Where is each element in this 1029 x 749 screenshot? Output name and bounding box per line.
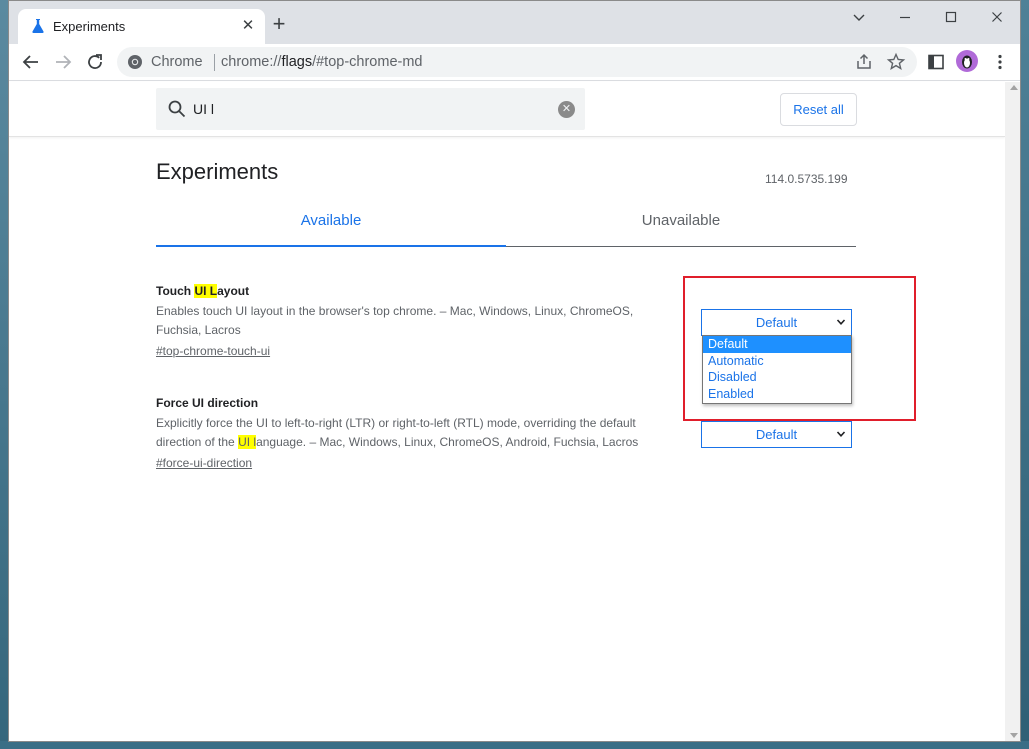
tab-search-button[interactable] <box>836 5 882 29</box>
select-dropdown-list: Default Automatic Disabled Enabled <box>702 335 852 404</box>
browser-window: Experiments ✕ + Chrome chrome://flags/#t… <box>8 0 1021 742</box>
dropdown-option-enabled[interactable]: Enabled <box>703 386 851 403</box>
maximize-icon <box>945 11 957 23</box>
experiment-description: Explicitly force the UI to left-to-right… <box>156 416 639 449</box>
desktop-background-bottom <box>0 741 1029 749</box>
touch-ui-layout-select[interactable]: Default <box>701 309 852 336</box>
reload-icon[interactable] <box>83 50 107 74</box>
close-icon <box>992 12 1002 22</box>
forward-arrow-icon[interactable] <box>51 50 75 74</box>
scheme-label: Chrome <box>151 54 203 70</box>
experiment-permalink[interactable]: #top-chrome-touch-ui <box>156 343 686 359</box>
page-title: Experiments <box>156 159 279 184</box>
more-menu-icon[interactable] <box>990 52 1010 72</box>
tab-available[interactable]: Available <box>156 212 506 247</box>
version-label: 114.0.5735.199 <box>765 172 848 186</box>
penguin-avatar-icon <box>962 55 972 69</box>
reset-all-button[interactable]: Reset all <box>780 93 857 126</box>
dropdown-option-automatic[interactable]: Automatic <box>703 353 851 370</box>
flags-header: ✕ Reset all <box>9 82 1005 137</box>
search-input[interactable] <box>193 98 543 120</box>
experiment-permalink[interactable]: #force-ui-direction <box>156 455 686 471</box>
chevron-down-icon <box>836 310 846 335</box>
minimize-icon <box>900 16 910 19</box>
url-text[interactable]: chrome://flags/#top-chrome-md <box>221 54 422 70</box>
chevron-down-icon <box>836 422 846 447</box>
experiment-name: Touch UI Layout <box>156 284 250 298</box>
bookmark-star-icon[interactable] <box>886 52 906 72</box>
flask-icon <box>32 19 44 33</box>
browser-toolbar: Chrome chrome://flags/#top-chrome-md <box>9 44 1020 81</box>
side-panel-icon[interactable] <box>926 52 946 72</box>
address-separator <box>214 54 215 71</box>
tab-title: Experiments <box>53 19 126 34</box>
tab-unavailable[interactable]: Unavailable <box>506 212 856 247</box>
address-bar[interactable]: Chrome chrome://flags/#top-chrome-md <box>117 47 917 77</box>
dropdown-option-disabled[interactable]: Disabled <box>703 369 851 386</box>
back-arrow-icon[interactable] <box>19 50 43 74</box>
force-ui-direction-select[interactable]: Default <box>701 421 852 448</box>
chevron-down-icon <box>853 14 865 21</box>
tab-close-icon[interactable]: ✕ <box>240 18 256 34</box>
experiment-description: Enables touch UI layout in the browser's… <box>156 304 634 337</box>
minimize-button[interactable] <box>882 5 928 29</box>
share-icon[interactable] <box>854 52 874 72</box>
flags-page: ✕ Reset all Experiments 114.0.5735.199 A… <box>9 82 1005 741</box>
experiment-name: Force UI direction <box>156 396 259 410</box>
new-tab-button[interactable]: + <box>268 13 290 35</box>
page-scrollbar[interactable] <box>1005 82 1020 741</box>
tab-strip: Experiments ✕ + <box>9 1 1020 44</box>
clear-search-icon[interactable]: ✕ <box>558 101 575 118</box>
search-icon <box>168 100 186 118</box>
dropdown-option-default[interactable]: Default <box>703 336 851 353</box>
experiment-touch-ui-layout: Touch UI Layout Enables touch UI layout … <box>156 283 686 359</box>
desktop-background-right <box>1021 0 1029 749</box>
profile-avatar[interactable] <box>956 50 978 72</box>
chrome-logo-icon <box>128 55 142 69</box>
active-tab-indicator <box>156 245 506 247</box>
scroll-up-icon[interactable] <box>1010 85 1018 90</box>
search-box: ✕ <box>156 88 585 130</box>
maximize-button[interactable] <box>928 5 974 29</box>
browser-tab-experiments[interactable]: Experiments ✕ <box>18 9 265 44</box>
close-window-button[interactable] <box>974 5 1020 29</box>
scroll-down-icon[interactable] <box>1010 733 1018 738</box>
experiment-force-ui-direction: Force UI direction Explicitly force the … <box>156 395 686 471</box>
